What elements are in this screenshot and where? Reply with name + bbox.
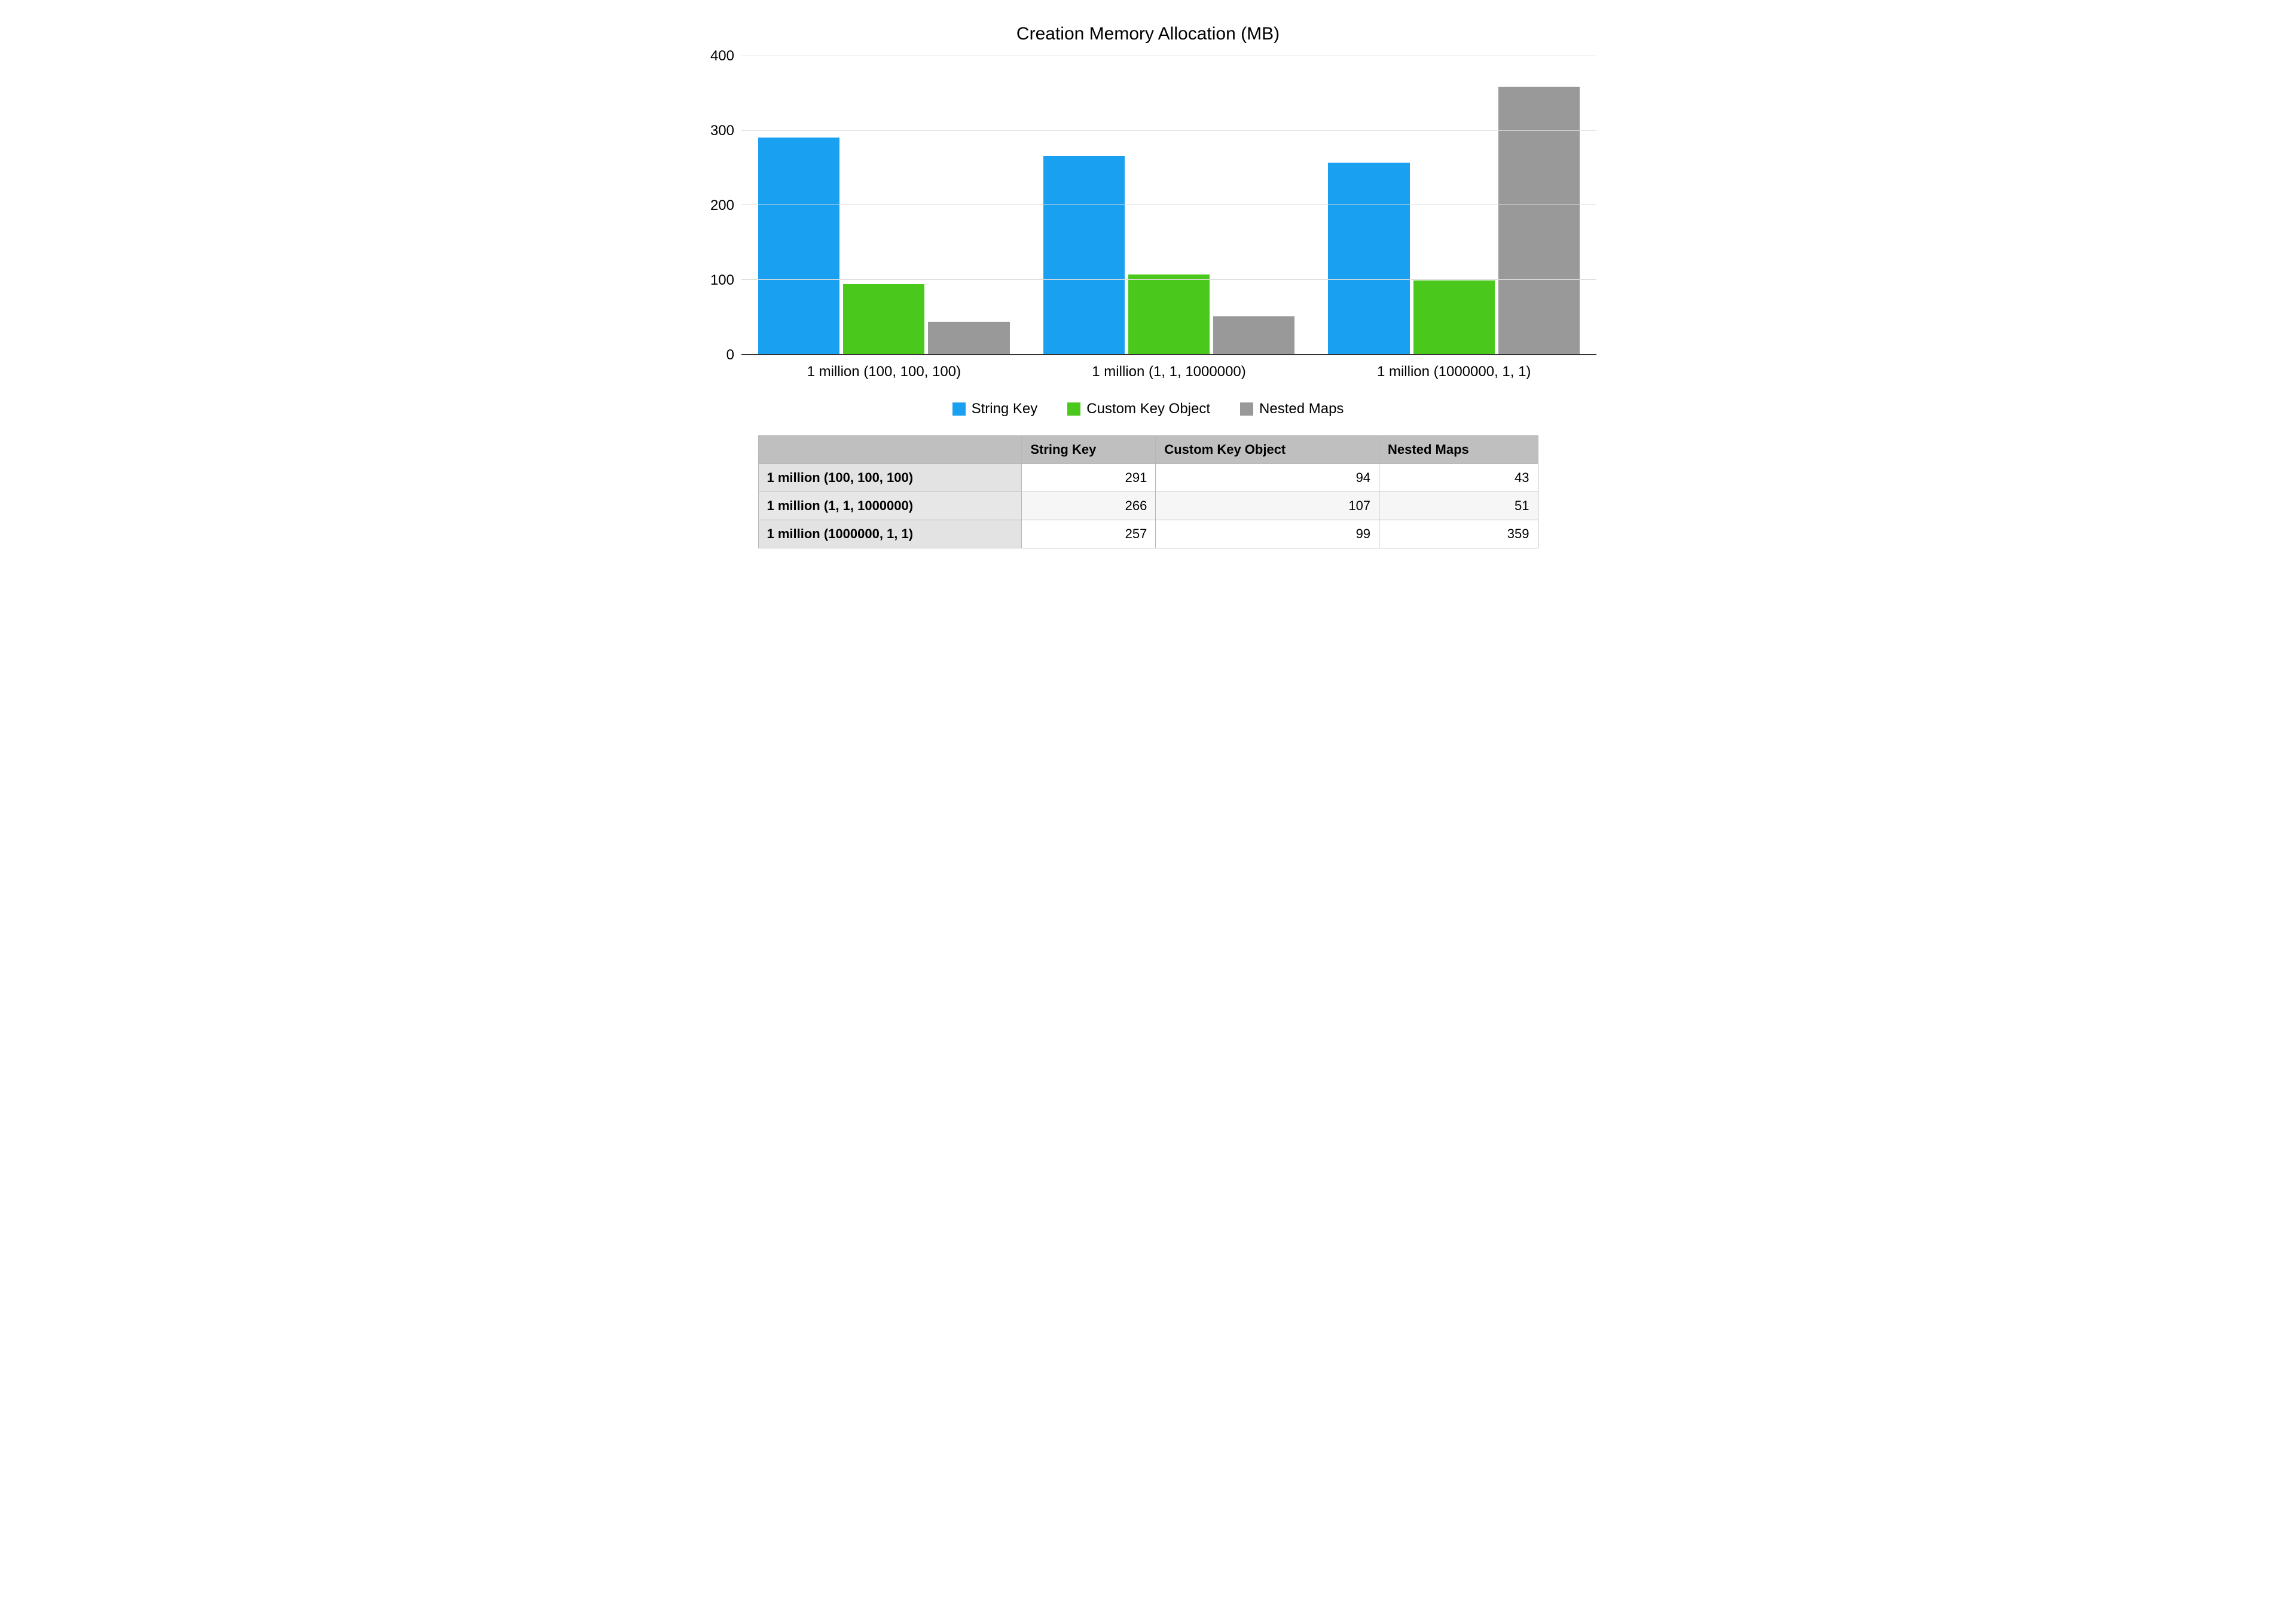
- swatch-icon: [1067, 402, 1080, 416]
- table-corner-cell: [758, 436, 1022, 464]
- table-cell: 291: [1022, 464, 1156, 492]
- bar: [1213, 316, 1294, 354]
- bar: [843, 284, 924, 354]
- chart-container: Creation Memory Allocation (MB) 0 100 200 3…: [700, 24, 1596, 548]
- bar: [758, 138, 839, 354]
- gridline: [741, 130, 1596, 131]
- row-label: 1 million (100, 100, 100): [758, 464, 1022, 492]
- x-axis-labels: 1 million (100, 100, 100)1 million (1, 1…: [741, 364, 1596, 380]
- table-header: Custom Key Object: [1156, 436, 1379, 464]
- table-row: 1 million (1, 1, 1000000)26610751: [758, 492, 1538, 520]
- legend-item-nested-maps: Nested Maps: [1240, 401, 1344, 417]
- table-header: String Key: [1022, 436, 1156, 464]
- x-tick-label: 1 million (100, 100, 100): [741, 364, 1027, 380]
- data-table: String Key Custom Key Object Nested Maps…: [758, 435, 1538, 548]
- swatch-icon: [1240, 402, 1253, 416]
- plot-area: [741, 56, 1596, 355]
- row-label: 1 million (1000000, 1, 1): [758, 520, 1022, 548]
- row-label: 1 million (1, 1, 1000000): [758, 492, 1022, 520]
- table-cell: 51: [1379, 492, 1538, 520]
- gridline: [741, 279, 1596, 280]
- table-row: 1 million (1000000, 1, 1)25799359: [758, 520, 1538, 548]
- table-cell: 94: [1156, 464, 1379, 492]
- legend-label: Nested Maps: [1259, 401, 1344, 417]
- legend-item-custom-key-object: Custom Key Object: [1067, 401, 1210, 417]
- bar: [1043, 156, 1125, 354]
- bar: [1328, 163, 1409, 354]
- bar-groups: [741, 56, 1596, 354]
- table-cell: 359: [1379, 520, 1538, 548]
- table-cell: 99: [1156, 520, 1379, 548]
- bar-group: [741, 56, 1027, 354]
- table-header-row: String Key Custom Key Object Nested Maps: [758, 436, 1538, 464]
- legend-label: Custom Key Object: [1086, 401, 1210, 417]
- legend-item-string-key: String Key: [952, 401, 1038, 417]
- table-cell: 43: [1379, 464, 1538, 492]
- y-axis: 0100200300400: [700, 56, 741, 355]
- bar: [1128, 274, 1210, 354]
- legend: String Key Custom Key Object Nested Maps: [700, 401, 1596, 417]
- bar-group: [1311, 56, 1596, 354]
- table-cell: 257: [1022, 520, 1156, 548]
- table-row: 1 million (100, 100, 100)2919443: [758, 464, 1538, 492]
- y-tick-label: 0: [726, 347, 734, 364]
- chart-area: 0100200300400: [700, 56, 1596, 355]
- y-tick-label: 400: [710, 48, 734, 65]
- bar-group: [1027, 56, 1312, 354]
- x-tick-label: 1 million (1, 1, 1000000): [1027, 364, 1312, 380]
- y-tick-label: 100: [710, 272, 734, 289]
- legend-label: String Key: [972, 401, 1038, 417]
- x-tick-label: 1 million (1000000, 1, 1): [1311, 364, 1596, 380]
- table-cell: 266: [1022, 492, 1156, 520]
- bar: [1413, 280, 1495, 354]
- chart-title: Creation Memory Allocation (MB): [700, 24, 1596, 44]
- bar: [928, 322, 1009, 354]
- swatch-icon: [952, 402, 966, 416]
- table-header: Nested Maps: [1379, 436, 1538, 464]
- table-cell: 107: [1156, 492, 1379, 520]
- bar: [1498, 87, 1580, 354]
- y-tick-label: 300: [710, 123, 734, 139]
- y-tick-label: 200: [710, 197, 734, 214]
